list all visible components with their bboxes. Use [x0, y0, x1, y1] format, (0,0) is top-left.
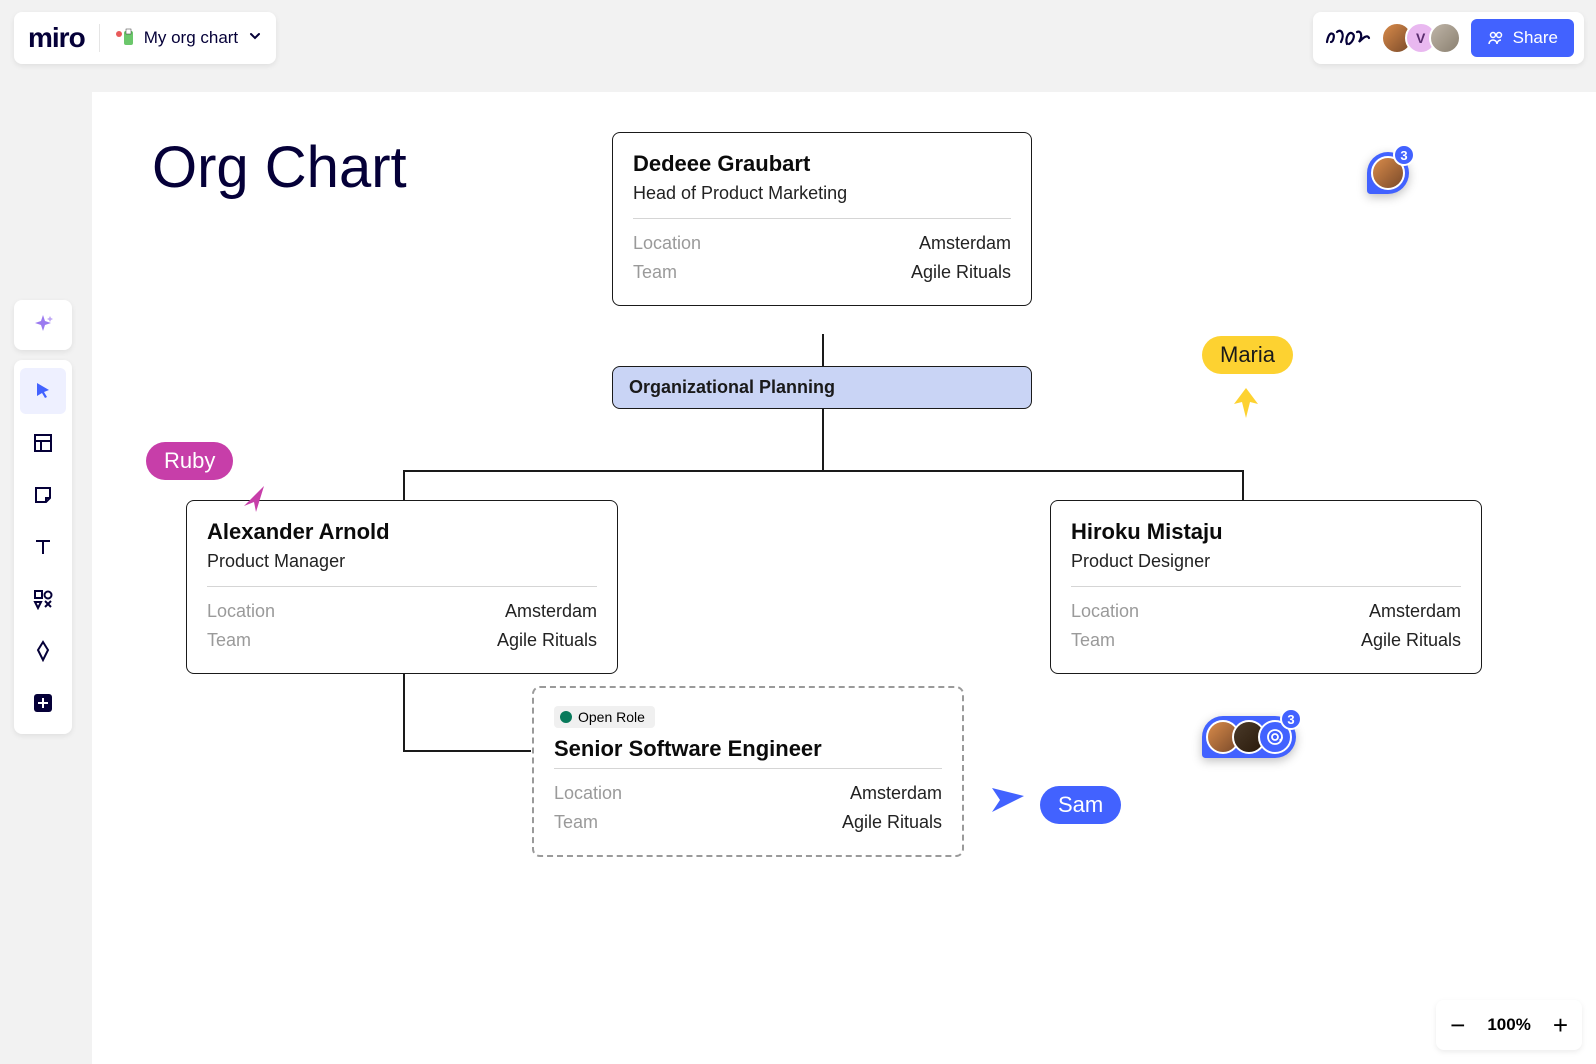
card-name: Senior Software Engineer — [554, 736, 942, 762]
pen-icon — [32, 640, 54, 662]
cursor-label-ruby: Ruby — [146, 442, 233, 480]
cursor-icon — [32, 380, 54, 402]
reactions-icon[interactable] — [1323, 24, 1371, 52]
card-row: Team Agile Rituals — [554, 808, 942, 837]
card-row: Location Amsterdam — [633, 229, 1011, 258]
cursor-label-maria: Maria — [1202, 336, 1293, 374]
status-dot-icon — [560, 711, 572, 723]
cursor-arrow-icon — [986, 786, 1026, 816]
sticky-icon — [32, 484, 54, 506]
sparkle-icon — [31, 313, 55, 337]
board-name[interactable]: My org chart — [144, 28, 238, 48]
org-card-right[interactable]: Hiroku Mistaju Product Designer Location… — [1050, 500, 1482, 674]
badge-label: Open Role — [578, 709, 645, 725]
zoom-control: − 100% + — [1436, 1000, 1582, 1050]
connector — [403, 750, 531, 752]
shapes-tool[interactable] — [20, 576, 66, 622]
zoom-out-button[interactable]: − — [1450, 1010, 1465, 1041]
shapes-icon — [32, 588, 54, 610]
card-name: Dedeee Graubart — [633, 151, 1011, 177]
cursor-label-sam: Sam — [1040, 786, 1121, 824]
divider — [99, 24, 100, 52]
cursor-arrow-icon — [240, 484, 268, 514]
card-row: Team Agile Rituals — [633, 258, 1011, 287]
share-button[interactable]: Share — [1471, 19, 1574, 57]
templates-tool[interactable] — [20, 420, 66, 466]
card-role: Product Manager — [207, 551, 597, 572]
card-name: Hiroku Mistaju — [1071, 519, 1461, 545]
toolbox — [14, 360, 72, 734]
ai-tool[interactable] — [14, 300, 72, 350]
connector — [403, 470, 405, 500]
plus-icon — [32, 692, 54, 714]
card-divider — [554, 768, 942, 769]
template-icon — [32, 432, 54, 454]
card-divider — [1071, 586, 1461, 587]
org-card-open-role[interactable]: Open Role Senior Software Engineer Locat… — [532, 686, 964, 857]
card-name: Alexander Arnold — [207, 519, 597, 545]
row-label: Location — [207, 601, 275, 622]
row-value: Amsterdam — [505, 601, 597, 622]
miro-logo[interactable]: miro — [28, 22, 85, 54]
row-value: Agile Rituals — [911, 262, 1011, 283]
connector — [822, 408, 824, 470]
board-emoji-icon — [114, 27, 136, 49]
collaborator-avatars[interactable]: V — [1381, 22, 1461, 54]
comment-bubble[interactable]: 3 — [1202, 716, 1296, 758]
text-tool[interactable] — [20, 524, 66, 570]
org-card-top[interactable]: Dedeee Graubart Head of Product Marketin… — [612, 132, 1032, 306]
people-icon — [1487, 29, 1505, 47]
avatar[interactable] — [1429, 22, 1461, 54]
row-label: Team — [1071, 630, 1115, 651]
row-label: Team — [554, 812, 598, 833]
topbar-right: V Share — [1313, 12, 1584, 64]
org-card-left[interactable]: Alexander Arnold Product Manager Locatio… — [186, 500, 618, 674]
comment-count: 3 — [1280, 708, 1302, 730]
cursor-arrow-icon — [1232, 386, 1260, 420]
page-title: Org Chart — [152, 134, 407, 201]
row-label: Team — [633, 262, 677, 283]
connector — [822, 334, 824, 366]
sticky-tool[interactable] — [20, 472, 66, 518]
more-tool[interactable] — [20, 680, 66, 726]
card-row: Location Amsterdam — [207, 597, 597, 626]
row-value: Amsterdam — [850, 783, 942, 804]
card-divider — [633, 218, 1011, 219]
zoom-in-button[interactable]: + — [1553, 1010, 1568, 1041]
comment-count: 3 — [1393, 144, 1415, 166]
connector — [1242, 470, 1244, 500]
comment-bubble[interactable]: 3 — [1367, 152, 1409, 194]
card-divider — [207, 586, 597, 587]
card-role: Product Designer — [1071, 551, 1461, 572]
row-value: Agile Rituals — [1361, 630, 1461, 651]
row-label: Location — [633, 233, 701, 254]
connector — [403, 672, 405, 750]
row-value: Agile Rituals — [842, 812, 942, 833]
row-label: Team — [207, 630, 251, 651]
canvas[interactable]: Org Chart Dedeee Graubart Head of Produc… — [92, 92, 1596, 1064]
card-row: Location Amsterdam — [554, 779, 942, 808]
mid-label[interactable]: Organizational Planning — [612, 366, 1032, 409]
row-label: Location — [554, 783, 622, 804]
row-value: Amsterdam — [919, 233, 1011, 254]
select-tool[interactable] — [20, 368, 66, 414]
card-row: Team Agile Rituals — [1071, 626, 1461, 655]
topbar-left: miro My org chart — [14, 12, 276, 64]
text-icon — [32, 536, 54, 558]
card-row: Team Agile Rituals — [207, 626, 597, 655]
pen-tool[interactable] — [20, 628, 66, 674]
card-role: Head of Product Marketing — [633, 183, 1011, 204]
chevron-down-icon[interactable] — [248, 29, 262, 48]
row-value: Agile Rituals — [497, 630, 597, 651]
share-label: Share — [1513, 28, 1558, 48]
connector — [403, 470, 1242, 472]
zoom-value[interactable]: 100% — [1487, 1015, 1530, 1035]
row-value: Amsterdam — [1369, 601, 1461, 622]
row-label: Location — [1071, 601, 1139, 622]
card-row: Location Amsterdam — [1071, 597, 1461, 626]
open-role-badge: Open Role — [554, 706, 655, 728]
